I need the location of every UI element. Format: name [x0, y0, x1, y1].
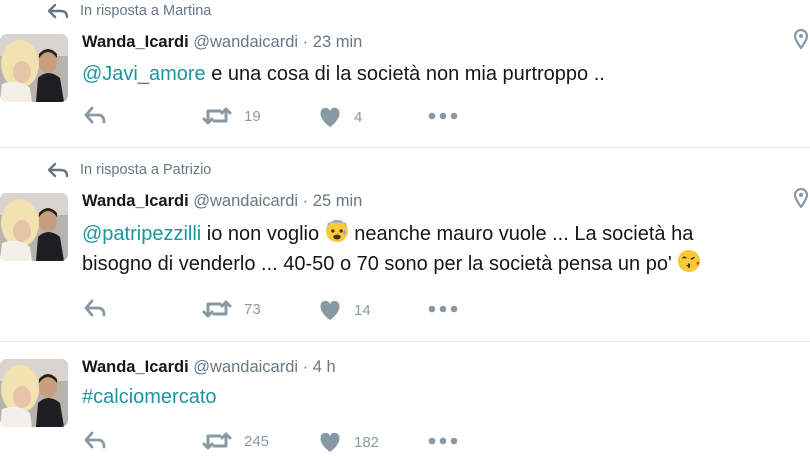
kissing-face-emoji-icon	[677, 249, 701, 273]
retweet-count: 73	[244, 300, 261, 318]
tweet-header: Wanda_Icardi @wandaicardi · 23 min	[82, 33, 362, 52]
reply-icon	[84, 299, 106, 317]
retweet-count: 245	[244, 432, 270, 450]
timestamp[interactable]: 25 min	[313, 192, 363, 210]
like-count: 4	[354, 108, 363, 126]
tweet-text-body: io non voglio	[201, 223, 325, 245]
reply-icon	[84, 431, 106, 449]
location-pin-icon[interactable]	[794, 188, 808, 208]
display-name[interactable]: Wanda_Icardi	[82, 358, 189, 376]
tweet-text-body: bisogno di venderlo ... 40-50 o 70 sono …	[82, 253, 678, 275]
display-name[interactable]: Wanda_Icardi	[82, 192, 189, 210]
timestamp[interactable]: 4 h	[313, 358, 336, 376]
retweet-icon	[202, 299, 232, 319]
tweet-text-line: @patripezzilli io non voglio neanche mau…	[82, 219, 701, 249]
more-dots-icon	[428, 112, 458, 120]
retweet-icon	[202, 431, 232, 451]
reply-arrow-icon	[48, 3, 68, 19]
reply-context: In risposta a Patrizio	[48, 162, 211, 178]
tweet-actions: 245 182	[82, 431, 482, 455]
reply-button[interactable]	[84, 431, 106, 449]
reply-icon	[84, 106, 106, 124]
mention-link[interactable]: @Javi_amore	[82, 63, 206, 85]
avatar[interactable]	[0, 193, 68, 261]
tweet-text: #calciomercato	[82, 382, 217, 412]
heart-icon	[318, 106, 342, 128]
tweet-text-line: bisogno di venderlo ... 40-50 o 70 sono …	[82, 249, 701, 279]
user-handle[interactable]: @wandaicardi	[193, 33, 298, 51]
separator-dot: ·	[302, 33, 309, 51]
more-dots-icon	[428, 305, 458, 313]
anxious-face-emoji-icon	[325, 219, 349, 243]
tweet-header: Wanda_Icardi @wandaicardi · 25 min	[82, 192, 362, 211]
avatar[interactable]	[0, 34, 68, 102]
reply-arrow-icon	[48, 162, 68, 178]
tweet[interactable]: In risposta a Patrizio Wanda_Icardi @wan…	[0, 148, 810, 341]
separator-dot: ·	[302, 358, 309, 376]
location-pin-icon[interactable]	[794, 29, 808, 49]
like-button[interactable]: 4	[318, 106, 362, 128]
reply-context-label[interactable]: In risposta a Patrizio	[80, 162, 211, 178]
tweet-text-body: neanche mauro vuole ... La società ha	[348, 223, 694, 245]
timestamp[interactable]: 23 min	[313, 33, 363, 51]
retweet-count: 19	[244, 107, 261, 125]
tweet[interactable]: Wanda_Icardi @wandaicardi · 4 h #calciom…	[0, 342, 810, 456]
retweet-icon	[202, 106, 232, 126]
tweet-text-body: e una cosa di la società non mia purtrop…	[205, 63, 605, 85]
separator-dot: ·	[302, 192, 309, 210]
more-button[interactable]	[428, 112, 458, 120]
hashtag-link[interactable]: #calciomercato	[82, 386, 217, 408]
like-count: 182	[354, 433, 380, 451]
tweet-text: @Javi_amore e una cosa di la società non…	[82, 59, 605, 89]
more-button[interactable]	[428, 305, 458, 313]
retweet-button[interactable]: 19	[202, 106, 261, 126]
like-button[interactable]: 14	[318, 299, 371, 321]
tweet-header: Wanda_Icardi @wandaicardi · 4 h	[82, 358, 336, 377]
tweet-text: @patripezzilli io non voglio neanche mau…	[82, 219, 701, 279]
user-handle[interactable]: @wandaicardi	[193, 192, 298, 210]
user-handle[interactable]: @wandaicardi	[193, 358, 298, 376]
reply-context: In risposta a Martina	[48, 3, 211, 19]
heart-icon	[318, 299, 342, 321]
retweet-button[interactable]: 245	[202, 431, 269, 451]
reply-context-label[interactable]: In risposta a Martina	[80, 3, 211, 19]
more-dots-icon	[428, 437, 458, 445]
more-button[interactable]	[428, 437, 458, 445]
tweet-actions: 19 4	[82, 106, 482, 130]
retweet-button[interactable]: 73	[202, 299, 261, 319]
display-name[interactable]: Wanda_Icardi	[82, 33, 189, 51]
heart-icon	[318, 431, 342, 453]
tweet[interactable]: In risposta a Martina Wanda_Icardi @wand…	[0, 0, 810, 147]
mention-link[interactable]: @patripezzilli	[82, 223, 201, 245]
tweet-actions: 73 14	[82, 299, 482, 323]
like-button[interactable]: 182	[318, 431, 379, 453]
avatar[interactable]	[0, 359, 68, 427]
like-count: 14	[354, 301, 371, 319]
reply-button[interactable]	[84, 299, 106, 317]
reply-button[interactable]	[84, 106, 106, 124]
